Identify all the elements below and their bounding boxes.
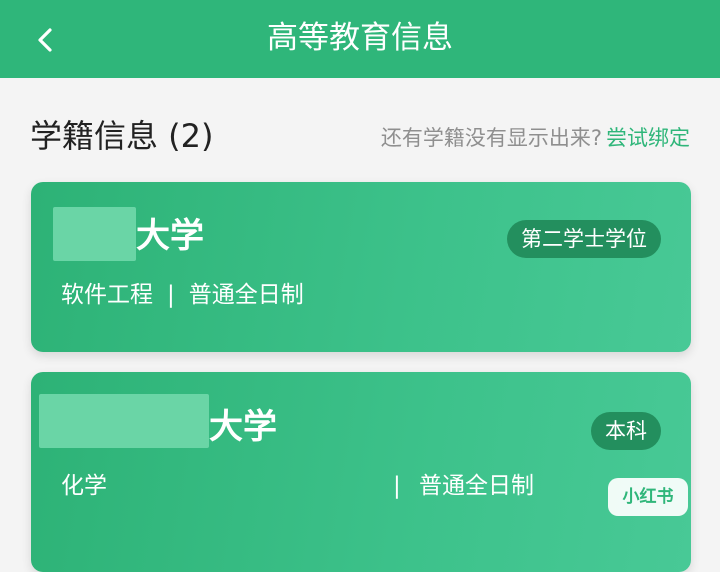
try-bind-link[interactable]: 尝试绑定: [606, 126, 690, 150]
detail-separator: |: [167, 282, 175, 308]
study-mode-label: 普通全日制: [188, 282, 304, 308]
university-name: 大学: [209, 407, 277, 447]
enrollment-card[interactable]: 大学 第二学士学位 软件工程 | 普通全日制: [31, 182, 691, 352]
page-title: 高等教育信息: [267, 20, 453, 56]
major-label: 化学: [61, 473, 107, 499]
section-header: 学籍信息 (2) 还有学籍没有显示出来? 尝试绑定: [0, 100, 720, 172]
detail-separator: |: [393, 473, 401, 499]
section-hint: 还有学籍没有显示出来? 尝试绑定: [381, 124, 690, 152]
degree-badge: 第二学士学位: [507, 220, 661, 258]
study-mode-label: 普通全日制: [419, 473, 534, 499]
section-title: 学籍信息 (2): [30, 117, 214, 155]
university-name: 大学: [136, 216, 204, 256]
major-label: 软件工程: [61, 282, 153, 308]
hint-text: 还有学籍没有显示出来?: [380, 126, 602, 150]
xiaohongshu-watermark: 小红书: [608, 478, 688, 516]
enrollment-card[interactable]: 大学 本科 化学 | 普通全日制: [31, 372, 691, 572]
redacted-name-block: [53, 207, 136, 261]
enrollment-details: 软件工程 | 普通全日制: [61, 280, 304, 310]
redacted-name-block: [39, 394, 209, 448]
degree-badge: 本科: [591, 412, 661, 450]
top-nav-bar: 高等教育信息: [0, 0, 720, 78]
